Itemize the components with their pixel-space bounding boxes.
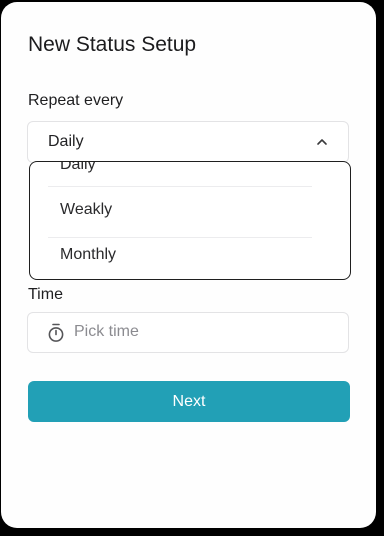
stopwatch-icon <box>48 323 64 342</box>
time-input[interactable]: Pick time <box>27 312 349 353</box>
option-weakly[interactable]: Weakly <box>60 201 112 219</box>
repeat-select[interactable]: Daily <box>27 121 349 163</box>
status-setup-card: New Status Setup Repeat every Daily Dail… <box>1 2 376 528</box>
time-placeholder: Pick time <box>74 323 139 340</box>
chevron-up-icon[interactable] <box>316 136 328 148</box>
time-label: Time <box>28 286 63 303</box>
option-daily[interactable]: Daily <box>60 162 96 174</box>
repeat-dropdown-menu: Daily Weakly Monthly <box>29 161 351 280</box>
option-divider <box>48 237 312 238</box>
page-title: New Status Setup <box>28 33 197 56</box>
repeat-every-label: Repeat every <box>28 92 124 109</box>
option-monthly[interactable]: Monthly <box>60 246 116 264</box>
repeat-selected-value: Daily <box>48 133 84 150</box>
next-button[interactable]: Next <box>28 381 350 422</box>
option-divider <box>48 186 312 187</box>
